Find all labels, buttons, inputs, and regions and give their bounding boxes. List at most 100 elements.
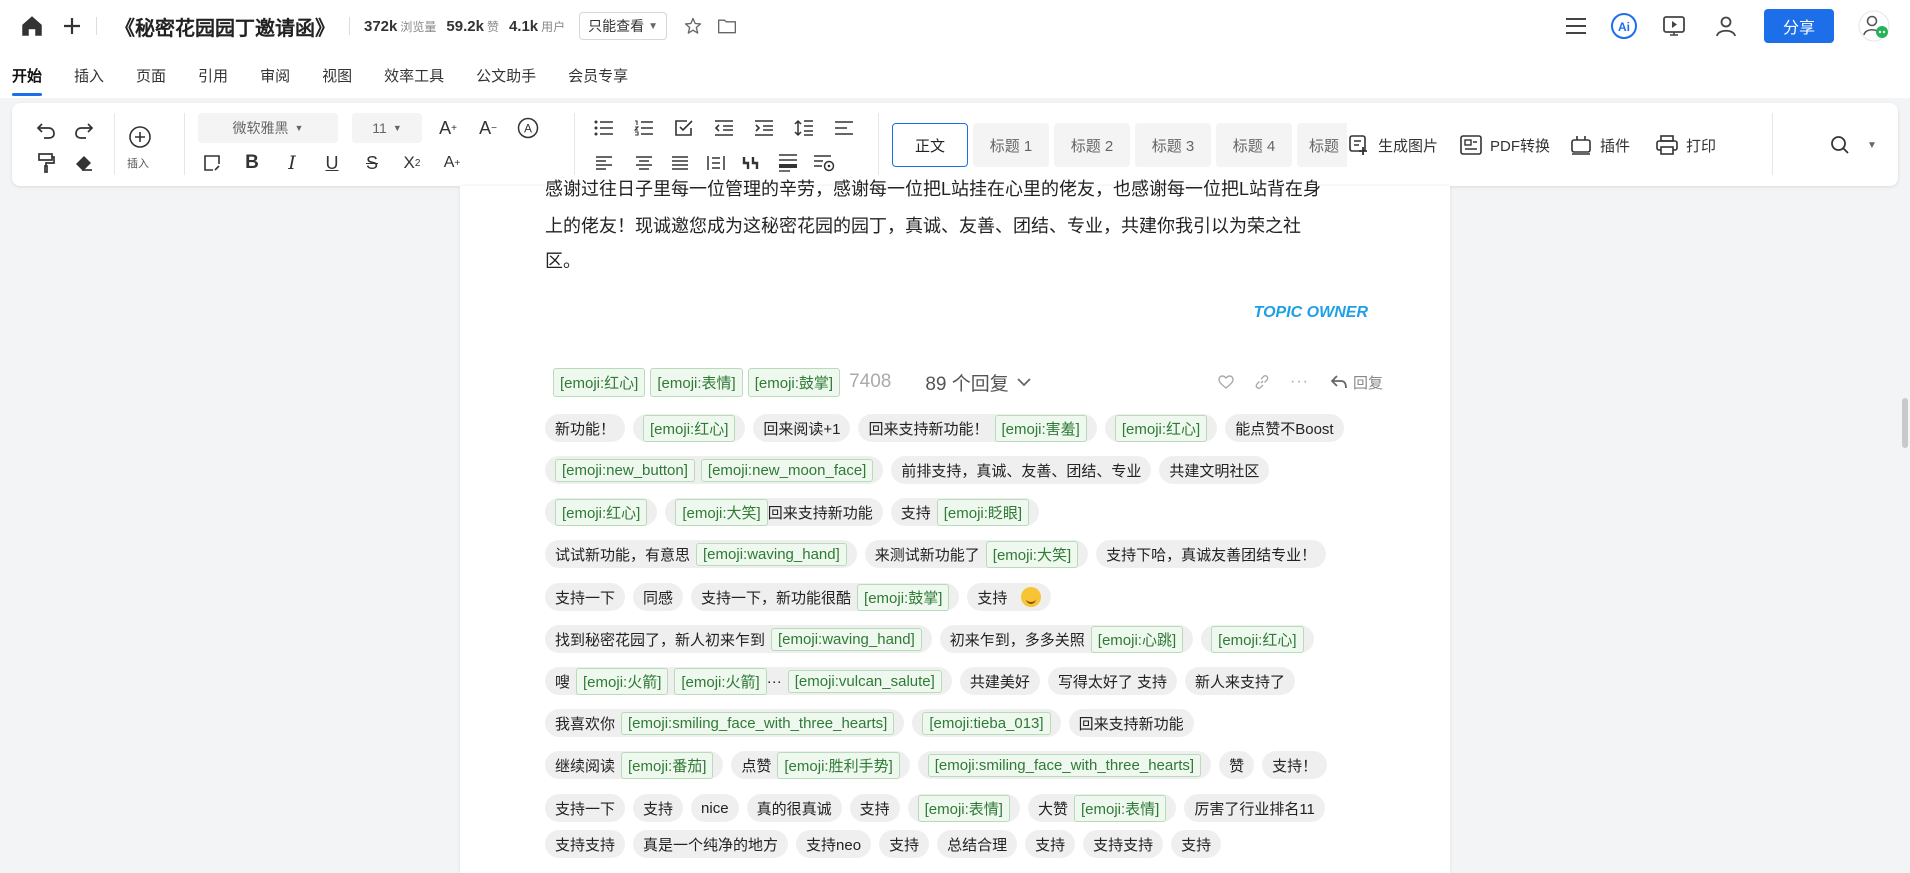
reply-chip[interactable]: 支持一下，新功能很酷 [emoji:鼓掌]: [691, 583, 960, 611]
strikethrough-icon[interactable]: S: [358, 149, 386, 177]
reply-chip[interactable]: 新人来支持了: [1185, 667, 1296, 695]
heart-icon[interactable]: [1218, 375, 1234, 389]
share-button[interactable]: 分享: [1764, 9, 1834, 43]
format-painter-icon[interactable]: [32, 149, 60, 177]
reply-chip[interactable]: 支持！: [1262, 751, 1328, 779]
reply-chip[interactable]: [emoji:大笑] 回来支持新功能: [665, 498, 883, 526]
tab-member-exclusive[interactable]: 会员专享: [568, 52, 628, 98]
reply-chip[interactable]: [emoji:红心]: [1104, 414, 1218, 442]
redo-icon[interactable]: [70, 117, 98, 145]
account-avatar-icon[interactable]: [1854, 6, 1894, 46]
tab-official-doc-assistant[interactable]: 公文助手: [476, 52, 536, 98]
bold-icon[interactable]: B: [238, 149, 266, 177]
reply-chip[interactable]: 支持: [633, 794, 684, 822]
present-icon[interactable]: [1654, 6, 1694, 46]
reply-chip[interactable]: [emoji:tieba_013]: [912, 709, 1061, 737]
reply-chip[interactable]: 支持支持: [545, 830, 626, 858]
line-spacing-icon[interactable]: [790, 114, 818, 142]
numbered-list-icon[interactable]: [630, 114, 658, 142]
ai-assistant-icon[interactable]: Ai: [1604, 6, 1644, 46]
reply-chip[interactable]: 支持: [849, 794, 900, 822]
increase-indent-icon[interactable]: [750, 114, 778, 142]
reply-chip[interactable]: 支持: [879, 830, 930, 858]
task-list-icon[interactable]: [670, 114, 698, 142]
reply-chip[interactable]: 找到秘密花园了，新人初来乍到 [emoji:waving_hand]: [545, 625, 932, 653]
reply-chip[interactable]: 继续阅读 [emoji:番茄]: [545, 751, 724, 779]
undo-icon[interactable]: [32, 117, 60, 145]
reply-chip[interactable]: [emoji:红心]: [633, 414, 746, 442]
reply-chip[interactable]: 支持一下: [545, 583, 626, 611]
reply-chip[interactable]: nice: [691, 794, 739, 822]
reply-chip[interactable]: [emoji:表情]: [907, 794, 1020, 822]
reply-chip[interactable]: 支持 [emoji:眨眼]: [890, 498, 1040, 526]
reply-button[interactable]: 回复: [1330, 372, 1383, 393]
reply-chip[interactable]: 嗖 [emoji:火箭] [emoji:火箭] ··· [emoji:vulcan_sa…: [545, 667, 952, 695]
reply-chip[interactable]: 支持一下: [545, 794, 626, 822]
menu-icon[interactable]: [1556, 6, 1596, 46]
folder-icon[interactable]: [707, 6, 747, 46]
tab-view[interactable]: 视图: [322, 52, 352, 98]
reply-chip[interactable]: 点赞 [emoji:胜利手势]: [731, 751, 910, 779]
add-icon[interactable]: [52, 6, 92, 46]
tab-insert[interactable]: 插入: [74, 52, 104, 98]
reply-chip[interactable]: 同感: [633, 583, 684, 611]
scrollbar-thumb[interactable]: [1902, 398, 1908, 448]
text-effects-icon[interactable]: A: [514, 114, 542, 142]
link-icon[interactable]: [1254, 374, 1270, 390]
tab-page[interactable]: 页面: [136, 52, 166, 98]
reply-chip[interactable]: 真是一个纯净的地方: [633, 830, 789, 858]
reply-chip[interactable]: 共建文明社区: [1159, 456, 1270, 484]
reply-chip[interactable]: 支持: [1171, 830, 1222, 858]
reply-chip[interactable]: 共建美好: [959, 667, 1040, 695]
home-icon[interactable]: [12, 6, 52, 46]
tab-review[interactable]: 审阅: [260, 52, 290, 98]
user-icon[interactable]: [1706, 6, 1746, 46]
underline-icon[interactable]: U: [318, 149, 346, 177]
reply-chip[interactable]: 厉害了行业排名11: [1184, 794, 1325, 822]
reply-chip[interactable]: 赞: [1219, 751, 1255, 779]
generate-image-tool[interactable]: 生成图片: [1348, 133, 1438, 157]
reply-chip[interactable]: [emoji:smiling_face_with_three_hearts]: [917, 751, 1212, 779]
style-heading-2[interactable]: 标题 2: [1054, 123, 1130, 167]
reply-chip[interactable]: [emoji:红心]: [1201, 625, 1314, 653]
reply-chip[interactable]: 总结合理: [937, 830, 1018, 858]
decrease-font-icon[interactable]: A −: [474, 114, 502, 142]
insert-icon[interactable]: [126, 123, 154, 151]
reply-chip[interactable]: 支持下哈，真诚友善团结专业！: [1096, 540, 1327, 568]
bullet-list-icon[interactable]: [590, 114, 618, 142]
italic-icon[interactable]: I: [278, 149, 306, 177]
reply-chip[interactable]: 大赞 [emoji:表情]: [1027, 794, 1177, 822]
reply-chip[interactable]: 试试新功能，有意思 [emoji:waving_hand]: [545, 540, 857, 568]
reply-chip[interactable]: 回来阅读+1: [753, 414, 851, 442]
reply-chip[interactable]: 回来支持新功能！ [emoji:害羞]: [858, 414, 1097, 442]
search-icon[interactable]: [1826, 131, 1854, 159]
font-size-select[interactable]: 11 ▼: [352, 113, 422, 143]
clear-format-icon[interactable]: A +: [438, 149, 466, 177]
font-family-select[interactable]: 微软雅黑 ▼: [198, 113, 338, 143]
reply-chip[interactable]: 能点赞不Boost: [1225, 414, 1344, 442]
reply-chip[interactable]: [emoji:new_button] [emoji:new_moon_face]: [545, 456, 884, 484]
decrease-indent-icon[interactable]: [710, 114, 738, 142]
reply-chip[interactable]: 支持: [1025, 830, 1076, 858]
style-heading-5[interactable]: 标题: [1297, 123, 1347, 167]
eraser-icon[interactable]: [70, 149, 98, 177]
plugins-tool[interactable]: 插件: [1570, 133, 1630, 157]
reply-chip[interactable]: 新功能！: [545, 414, 626, 442]
reply-chip[interactable]: 支持: [967, 583, 1052, 611]
reply-chip[interactable]: 写得太好了 支持: [1047, 667, 1177, 695]
superscript-icon[interactable]: X2: [398, 149, 426, 177]
tab-reference[interactable]: 引用: [198, 52, 228, 98]
chevron-down-icon[interactable]: ▼: [1858, 131, 1886, 159]
reply-chip[interactable]: [emoji:红心]: [545, 498, 658, 526]
tab-start[interactable]: 开始: [12, 52, 43, 98]
text-box-icon[interactable]: [198, 149, 226, 177]
permission-dropdown[interactable]: 只能查看 ▼: [579, 12, 668, 40]
reaction-emoji[interactable]: [emoji:表情]: [650, 367, 743, 397]
print-tool[interactable]: 打印: [1656, 133, 1716, 157]
paragraph-format-icon[interactable]: [830, 114, 858, 142]
increase-font-icon[interactable]: A +: [434, 114, 462, 142]
replies-toggle[interactable]: 89 个回复: [925, 369, 1031, 396]
more-icon[interactable]: ···: [1290, 373, 1309, 391]
style-heading-4[interactable]: 标题 4: [1216, 123, 1292, 167]
reply-chip[interactable]: 支持neo: [796, 830, 872, 858]
